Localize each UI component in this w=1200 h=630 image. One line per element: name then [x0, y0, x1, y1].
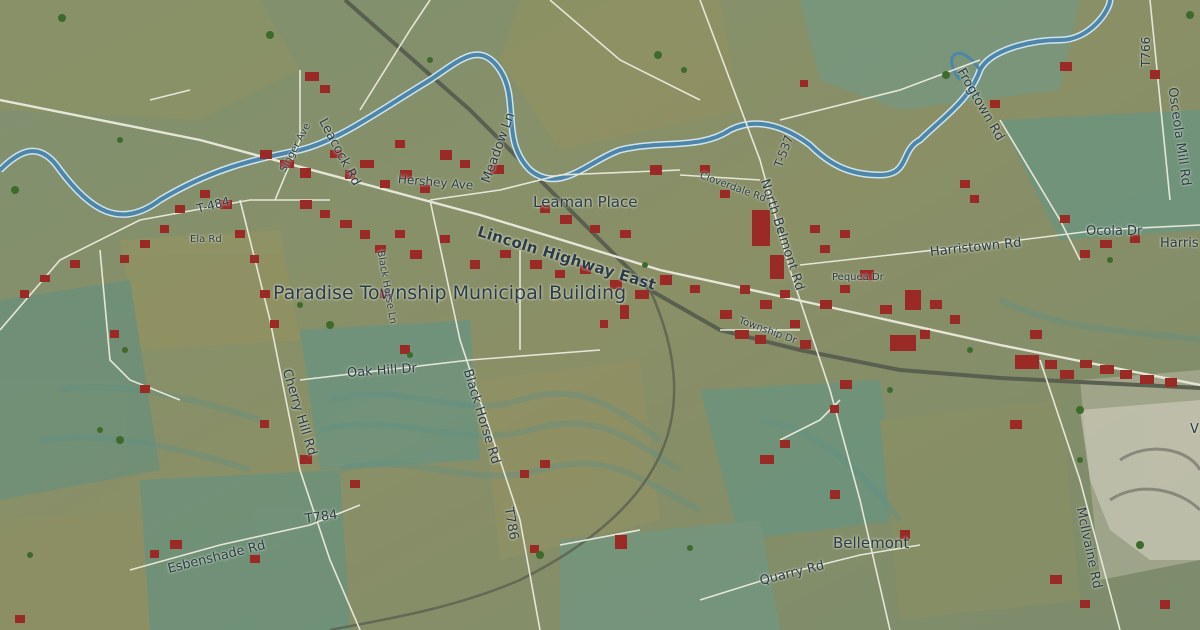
map-basemap: [0, 0, 1200, 630]
road-label-ocola-dr[interactable]: Ocola Dr: [1086, 224, 1142, 239]
place-label-bellemont[interactable]: Bellemont: [833, 534, 909, 552]
map-canvas[interactable]: Paradise Township Municipal Building Lea…: [0, 0, 1200, 630]
road-label-t766[interactable]: T766: [1139, 37, 1153, 67]
road-label-harristown-rd-east[interactable]: Harris: [1160, 236, 1199, 251]
place-label-leaman-place[interactable]: Leaman Place: [533, 193, 637, 211]
road-label-pequea-dr[interactable]: Pequea Dr: [832, 272, 884, 283]
road-label-ela-rd[interactable]: Ela Rd: [190, 234, 222, 245]
poi-label-municipal-building[interactable]: Paradise Township Municipal Building: [273, 282, 626, 304]
road-label-edge-letter[interactable]: V: [1190, 422, 1199, 437]
